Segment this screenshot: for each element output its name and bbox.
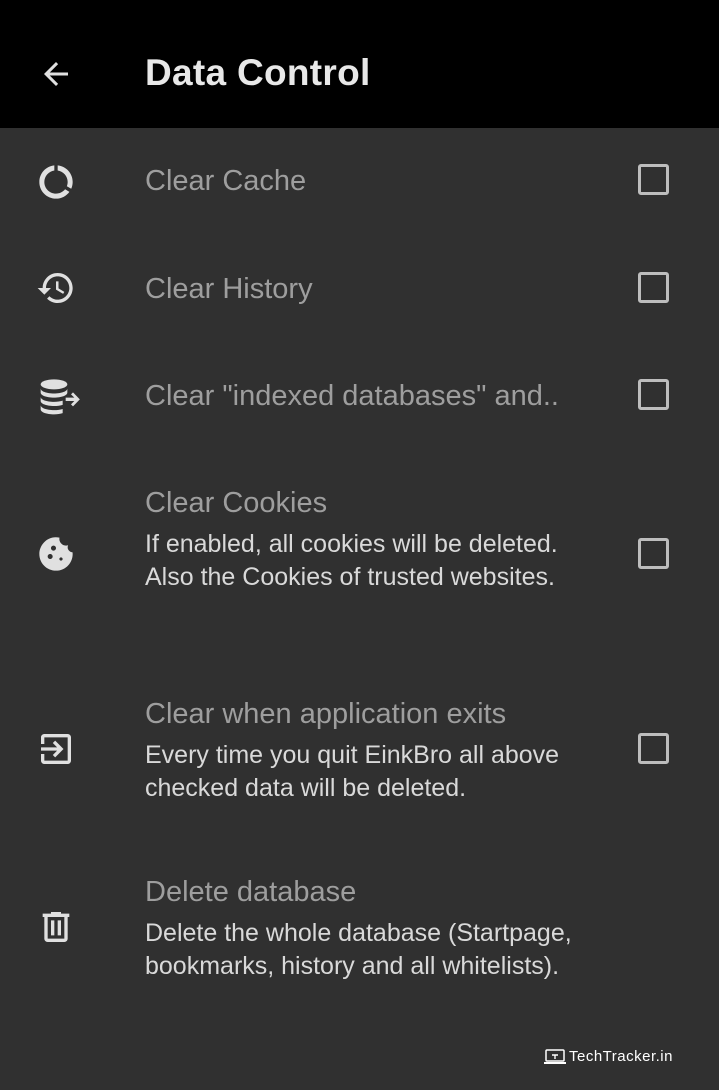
app-bar: Data Control [0,0,719,128]
laptop-logo-icon [544,1048,566,1064]
exit-icon [36,729,76,769]
back-button[interactable] [30,48,82,100]
setting-summary: Delete the whole database (Startpage, bo… [145,919,572,980]
setting-title: Clear Cookies [145,487,328,519]
page-title: Data Control [145,52,371,93]
setting-title: Delete database [145,876,357,908]
history-icon [36,268,76,308]
setting-title: Clear Cache [145,165,307,197]
setting-title: Clear "indexed databases" and.. [145,380,559,412]
setting-clear-indexed-databases[interactable]: Clear "indexed databases" and.. [0,343,719,450]
setting-clear-cookies[interactable]: Clear Cookies If enabled, all cookies wi… [0,450,719,656]
arrow-left-icon [44,62,68,86]
setting-title: Clear when application exits [145,698,507,730]
database-export-icon [36,376,82,416]
setting-clear-history[interactable]: Clear History [0,236,719,343]
trash-icon [36,907,76,947]
setting-title: Clear History [145,273,313,305]
clear-on-exit-checkbox[interactable] [638,733,669,764]
setting-delete-database[interactable]: Delete database Delete the whole databas… [0,840,719,1010]
cookie-icon [36,534,76,574]
setting-summary: Every time you quit EinkBro all above ch… [145,741,560,802]
setting-clear-cache[interactable]: Clear Cache [0,128,719,236]
setting-summary: If enabled, all cookies will be deleted.… [145,530,558,591]
clear-cookies-checkbox[interactable] [638,538,669,569]
cache-icon [36,162,76,202]
clear-indexed-databases-checkbox[interactable] [638,379,669,410]
clear-history-checkbox[interactable] [638,272,669,303]
watermark: TechTracker.in [544,1048,673,1065]
clear-cache-checkbox[interactable] [638,164,669,195]
setting-clear-on-exit[interactable]: Clear when application exits Every time … [0,656,719,840]
watermark-text: TechTracker.in [569,1048,673,1065]
